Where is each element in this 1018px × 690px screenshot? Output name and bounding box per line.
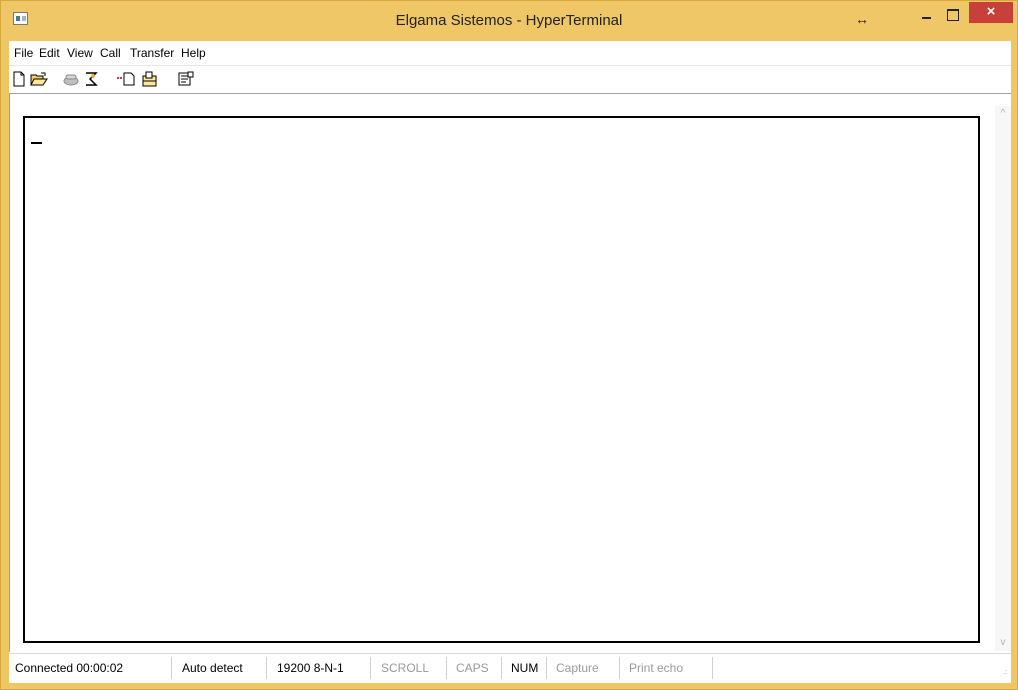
status-capture: Capture [550, 657, 620, 679]
menu-view[interactable]: View [67, 46, 93, 60]
vertical-scrollbar[interactable]: ^ v [995, 106, 1011, 651]
menu-transfer[interactable]: Transfer [130, 46, 174, 60]
menu-help[interactable]: Help [181, 46, 206, 60]
terminal-screen[interactable] [23, 116, 980, 643]
properties-icon[interactable] [177, 71, 195, 87]
title-bar[interactable]: Elgama Sistemos - HyperTerminal ↔ × [1, 1, 1017, 41]
menu-bar: File Edit View Call Transfer Help [9, 41, 1011, 66]
maximize-button[interactable] [941, 3, 967, 25]
terminal-frame: ^ v [9, 93, 1011, 652]
status-scroll: SCROLL [375, 657, 447, 679]
menu-file[interactable]: File [14, 46, 33, 60]
status-num: NUM [505, 657, 547, 679]
status-connected: Connected 00:00:02 [9, 657, 172, 679]
status-bar: Connected 00:00:02 Auto detect 19200 8-N… [9, 653, 1011, 681]
status-detect: Auto detect [176, 657, 267, 679]
menu-call[interactable]: Call [100, 46, 121, 60]
client-area: File Edit View Call Transfer Help ^ v Co… [9, 41, 1011, 683]
hyperterminal-window: Elgama Sistemos - HyperTerminal ↔ × File… [0, 0, 1018, 690]
receive-file-icon[interactable] [140, 71, 158, 87]
phone-icon[interactable] [62, 71, 80, 87]
resize-arrows-icon: ↔ [855, 11, 869, 27]
text-cursor [31, 142, 42, 144]
scroll-down-icon[interactable]: v [995, 635, 1011, 651]
new-document-icon[interactable] [11, 71, 29, 87]
scroll-up-icon[interactable]: ^ [995, 106, 1011, 122]
open-folder-icon[interactable] [30, 71, 48, 87]
status-caps: CAPS [450, 657, 502, 679]
hangup-phone-icon[interactable] [82, 71, 100, 87]
status-port-settings: 19200 8-N-1 [271, 657, 371, 679]
minimize-button[interactable] [915, 3, 941, 25]
send-file-icon[interactable] [117, 71, 135, 87]
menu-edit[interactable]: Edit [39, 46, 60, 60]
size-grip-icon[interactable]: .: [997, 668, 1007, 678]
toolbar [9, 66, 1011, 93]
close-button[interactable]: × [969, 2, 1013, 23]
status-print-echo: Print echo [623, 657, 713, 679]
